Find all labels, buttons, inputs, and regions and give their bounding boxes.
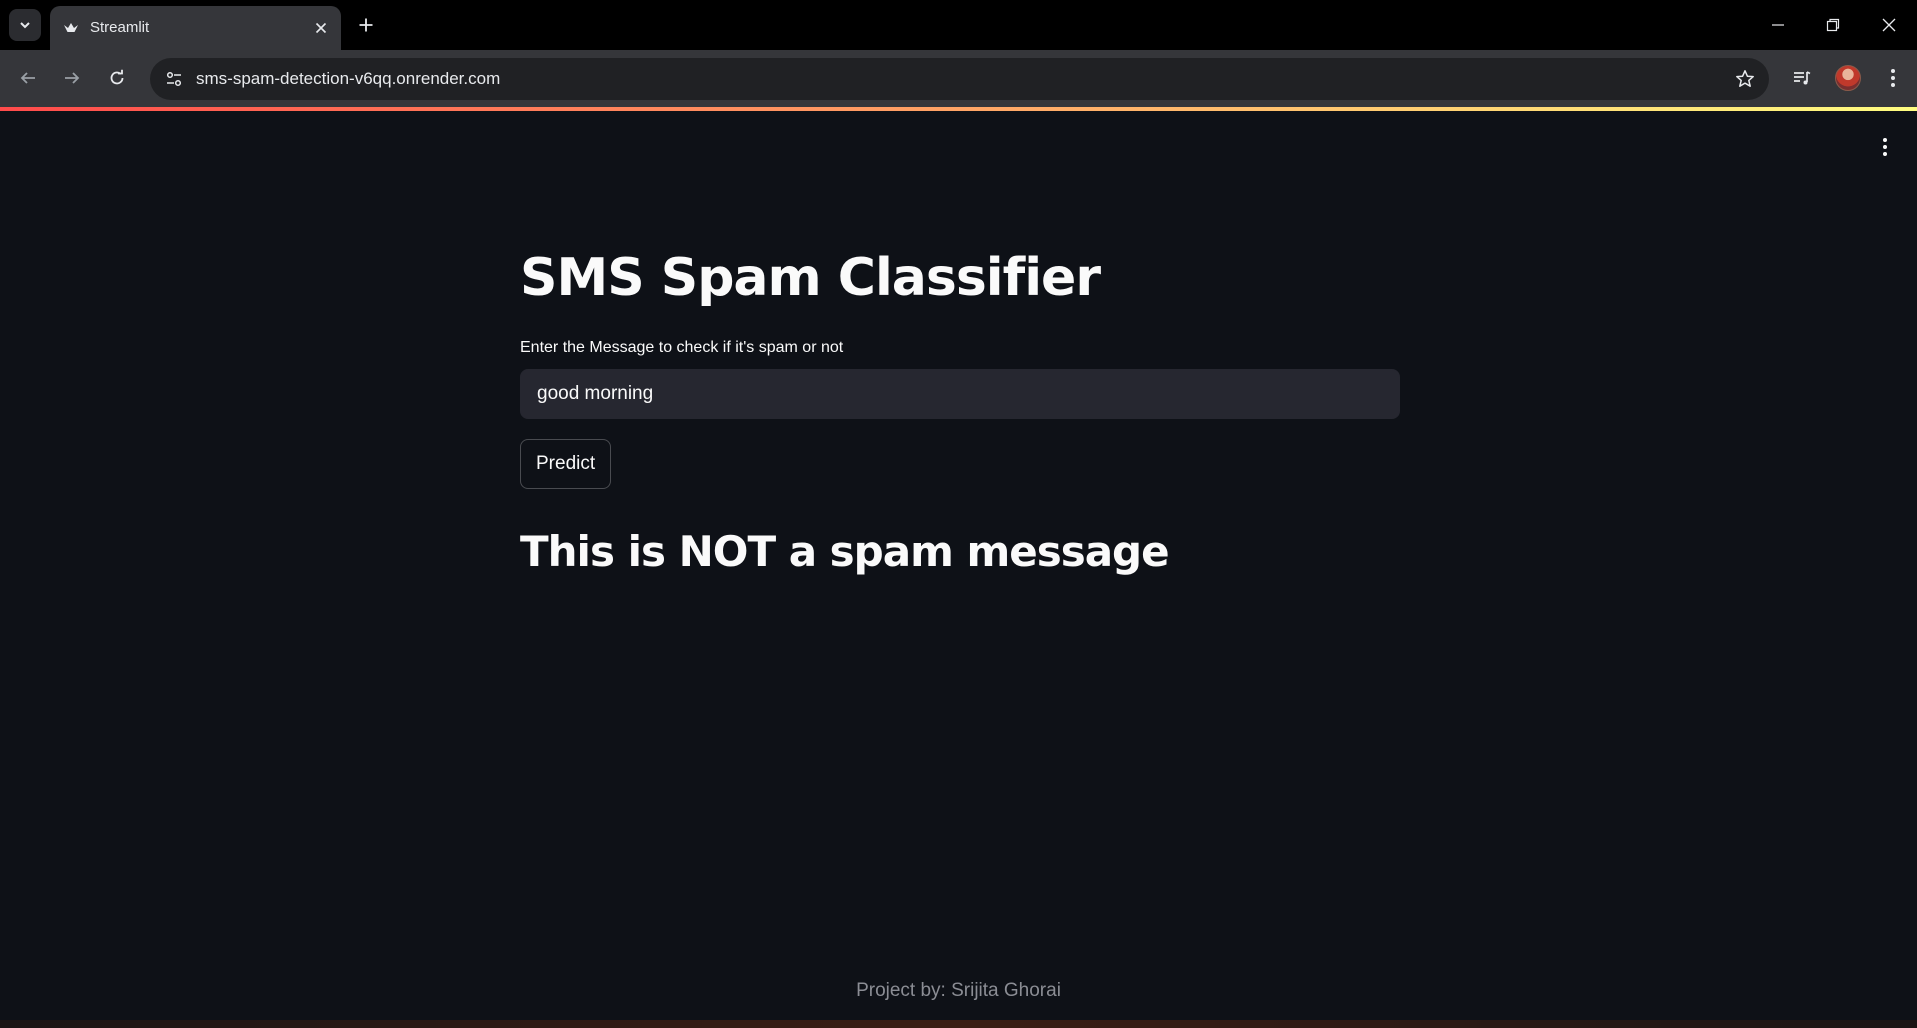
close-icon xyxy=(1882,18,1896,32)
kebab-menu-icon xyxy=(1891,69,1895,87)
arrow-right-icon xyxy=(65,72,80,84)
reload-icon xyxy=(110,69,124,85)
close-window-button[interactable] xyxy=(1861,0,1917,50)
message-input[interactable]: good morning xyxy=(520,369,1400,420)
new-tab-button[interactable] xyxy=(352,9,380,41)
browser-tabstrip: Streamlit xyxy=(0,0,1917,50)
chevron-down-icon xyxy=(20,22,30,29)
reload-button[interactable] xyxy=(101,62,133,94)
minimize-button[interactable] xyxy=(1750,0,1806,50)
browser-menu-button[interactable] xyxy=(1877,62,1909,94)
message-input-value: good morning xyxy=(537,383,654,405)
minimize-icon xyxy=(1772,24,1784,26)
media-queue-icon xyxy=(1794,71,1811,85)
forward-button[interactable] xyxy=(56,62,88,94)
profile-button[interactable] xyxy=(1832,62,1864,94)
back-button[interactable] xyxy=(12,62,44,94)
restore-icon xyxy=(1826,18,1840,32)
avatar xyxy=(1835,65,1861,91)
app-main-menu-button[interactable] xyxy=(1871,133,1899,161)
streamlit-app: SMS Spam Classifier Enter the Message to… xyxy=(0,107,1917,1028)
browser-toolbar: sms-spam-detection-v6qq.onrender.com xyxy=(0,50,1917,107)
footer-credit: Project by: Srijita Ghorai xyxy=(856,980,1061,1001)
bookmark-button[interactable] xyxy=(1729,63,1761,95)
arrow-left-icon xyxy=(20,72,35,84)
tune-icon xyxy=(166,71,182,87)
tab-title: Streamlit xyxy=(90,19,150,36)
restore-button[interactable] xyxy=(1805,0,1861,50)
message-input-label: Enter the Message to check if it's spam … xyxy=(520,339,844,357)
main-content: SMS Spam Classifier Enter the Message to… xyxy=(520,247,1400,576)
site-info-button[interactable] xyxy=(158,63,190,95)
streamlit-crown-icon xyxy=(63,20,79,36)
browser-tab-active[interactable]: Streamlit xyxy=(50,6,341,50)
plus-icon xyxy=(359,18,373,32)
predict-button[interactable]: Predict xyxy=(520,439,612,490)
tab-search-button[interactable] xyxy=(9,9,41,41)
url-text[interactable]: sms-spam-detection-v6qq.onrender.com xyxy=(196,69,500,89)
prediction-result: This is NOT a spam message xyxy=(520,527,1170,577)
star-icon xyxy=(1736,70,1754,87)
bottom-edge xyxy=(0,1020,1917,1028)
header-decoration-bar xyxy=(0,107,1917,111)
tab-close-button[interactable] xyxy=(309,16,333,40)
kebab-menu-icon xyxy=(1883,138,1887,156)
media-controls-button[interactable] xyxy=(1786,62,1818,94)
page-title: SMS Spam Classifier xyxy=(520,248,1101,308)
address-bar[interactable]: sms-spam-detection-v6qq.onrender.com xyxy=(150,58,1769,100)
close-icon xyxy=(315,22,327,34)
